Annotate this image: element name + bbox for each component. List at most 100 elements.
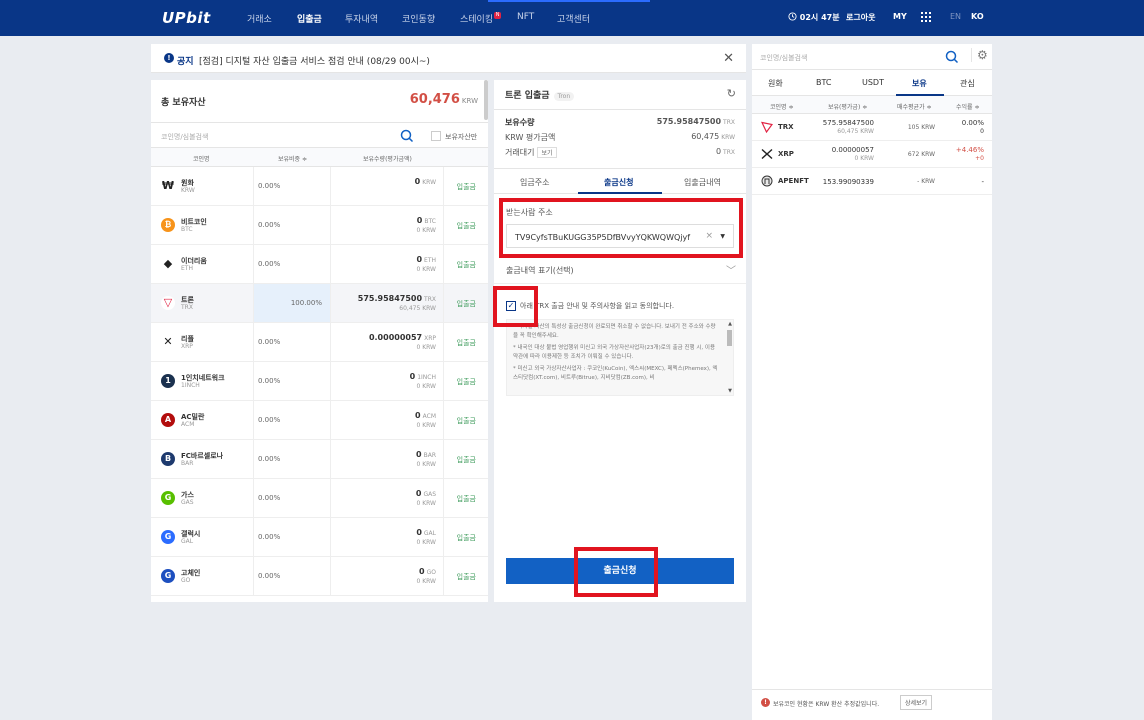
coin-symbol: TRX bbox=[181, 304, 193, 311]
col-coin[interactable]: 코인명 ≑ bbox=[770, 102, 794, 111]
clock-icon bbox=[788, 12, 797, 21]
notice-bar: ! 공지 [점검] 디지털 자산 입출금 서비스 점검 안내 (08/29 00… bbox=[151, 44, 746, 73]
holding-amount-value: 0 bbox=[419, 567, 425, 576]
grid-menu-icon[interactable] bbox=[921, 12, 931, 24]
divider bbox=[443, 401, 444, 439]
holding-amount-value: 0 bbox=[416, 450, 422, 459]
asset-row[interactable]: ₩ 원화 KRW 0.00% 0 KRW 입출금 bbox=[151, 167, 488, 206]
search-icon[interactable] bbox=[399, 128, 415, 144]
my-link[interactable]: MY bbox=[893, 12, 907, 21]
footer-note: 보유코인 현황은 KRW 환산 추정값입니다. bbox=[773, 701, 880, 708]
agree-label[interactable]: 아래 TRX 출금 안내 및 주의사항을 읽고 동의합니다. bbox=[520, 301, 674, 311]
asset-row[interactable]: ◆ 이더리움 ETH 0.00% 0 ETH 0 KRW 입출금 bbox=[151, 245, 488, 284]
lang-en[interactable]: EN bbox=[950, 12, 961, 21]
nav-deposit-withdraw[interactable]: 입출금 bbox=[297, 12, 322, 25]
market-search-input[interactable]: 코인명/심볼검색 bbox=[760, 53, 807, 63]
refresh-icon[interactable]: ↻ bbox=[727, 87, 736, 100]
divider bbox=[443, 245, 444, 283]
holding-row[interactable]: XRP 0.00000057 0 KRW 672 KRW +4.46% +0 bbox=[752, 141, 992, 168]
close-icon[interactable]: ✕ bbox=[723, 51, 734, 66]
col-coin[interactable]: 코인명 bbox=[193, 154, 210, 163]
avg-price: 672 KRW bbox=[907, 151, 935, 158]
deposit-withdraw-link[interactable]: 입출금 bbox=[457, 455, 476, 465]
coin-symbol: GO bbox=[181, 577, 191, 584]
detail-button[interactable]: 상세보기 bbox=[900, 695, 933, 710]
highlight-agree-checkbox bbox=[493, 286, 538, 327]
tab-holdings[interactable]: 보유 bbox=[912, 78, 927, 89]
deposit-withdraw-link[interactable]: 입출금 bbox=[457, 572, 476, 582]
pending-label: 거래대기 bbox=[505, 148, 535, 157]
deposit-withdraw-link[interactable]: 입출금 bbox=[457, 416, 476, 426]
holding-krw: 0 KRW bbox=[416, 500, 436, 507]
coin-name: APENFT bbox=[778, 177, 809, 185]
divider bbox=[443, 206, 444, 244]
chevron-down-icon[interactable]: ﹀ bbox=[726, 262, 736, 277]
asset-row[interactable]: ✕ 리플 XRP 0.00% 0.00000057 XRP 0 KRW 입출금 bbox=[151, 323, 488, 362]
nav-investments[interactable]: 투자내역 bbox=[345, 12, 378, 25]
asset-row[interactable]: ▽ 트론 TRX 100.00% 575.95847500 TRX 60,475 KRW 입출… bbox=[151, 284, 488, 323]
deposit-withdraw-link[interactable]: 입출금 bbox=[457, 260, 476, 270]
asset-row[interactable]: A AC밀란 ACM 0.00% 0 ACM 0 KRW 입출금 bbox=[151, 401, 488, 440]
terms-scrollbar[interactable] bbox=[727, 330, 732, 346]
scroll-down-icon[interactable]: ▼ bbox=[728, 388, 732, 394]
col-avg-price[interactable]: 매수평균가 ≑ bbox=[897, 102, 932, 111]
asset-row[interactable]: B FC바르셀로나 BAR 0.00% 0 BAR 0 KRW 입출금 bbox=[151, 440, 488, 479]
asset-row[interactable]: ₿ 비트코인 BTC 0.00% 0 BTC 0 KRW 입출금 bbox=[151, 206, 488, 245]
pending-view-button[interactable]: 보기 bbox=[537, 147, 557, 158]
notice-text[interactable]: [점검] 디지털 자산 입출금 서비스 점검 안내 (08/29 00시~) bbox=[199, 54, 430, 67]
tab-favorites[interactable]: 관심 bbox=[960, 78, 975, 89]
holding-amount-unit: ETH bbox=[424, 257, 436, 264]
withdraw-panel: 트론 입출금 Tron ↻ 보유수량 575.95847500 TRX KRW 평가… bbox=[494, 80, 746, 602]
logout-link[interactable]: 로그아웃 bbox=[846, 12, 875, 23]
asset-row[interactable]: G 가스 GAS 0.00% 0 GAS 0 KRW 입출금 bbox=[151, 479, 488, 518]
deposit-withdraw-link[interactable]: 입출금 bbox=[457, 338, 476, 348]
nav-nft[interactable]: NFT bbox=[517, 12, 534, 22]
divider bbox=[443, 323, 444, 361]
col-weight[interactable]: 보유비중 ≑ bbox=[278, 154, 307, 163]
asset-row[interactable]: G 갤럭시 GAL 0.00% 0 GAL 0 KRW 입출금 bbox=[151, 518, 488, 557]
gear-icon[interactable]: ⚙ bbox=[971, 48, 988, 62]
divider bbox=[443, 518, 444, 556]
holding-krw: 0 KRW bbox=[416, 383, 436, 390]
memo-toggle[interactable]: 출금내역 표기(선택) bbox=[506, 265, 574, 276]
nav-staking[interactable]: 스테이킹 N bbox=[460, 12, 502, 25]
withdraw-terms[interactable]: * 디지털 자산의 특성상 출금신청이 완료되면 취소할 수 없습니다. 보내기… bbox=[506, 319, 734, 396]
tab-deposit-address[interactable]: 입금주소 bbox=[520, 177, 549, 188]
tab-krw[interactable]: 원화 bbox=[768, 78, 783, 89]
scroll-up-icon[interactable]: ▲ bbox=[728, 321, 732, 327]
coin-icon: G bbox=[161, 569, 175, 583]
held-only-checkbox[interactable] bbox=[431, 131, 441, 141]
holding-amount: 0 GAL bbox=[416, 528, 436, 537]
tab-usdt[interactable]: USDT bbox=[862, 78, 884, 87]
tab-withdraw-request[interactable]: 출금신청 bbox=[604, 177, 633, 188]
deposit-withdraw-link[interactable]: 입출금 bbox=[457, 182, 476, 192]
deposit-withdraw-link[interactable]: 입출금 bbox=[457, 377, 476, 387]
col-holdings[interactable]: 보유수량(평가금액) bbox=[363, 154, 412, 163]
deposit-withdraw-link[interactable]: 입출금 bbox=[457, 299, 476, 309]
asset-row[interactable]: G 고체인 GO 0.00% 0 GO 0 KRW 입출금 bbox=[151, 557, 488, 596]
holding-krw: 0 KRW bbox=[416, 227, 436, 234]
asset-search-input[interactable]: 코인명/심볼검색 bbox=[161, 132, 208, 142]
nav-exchange[interactable]: 거래소 bbox=[247, 12, 272, 25]
tab-btc[interactable]: BTC bbox=[816, 78, 832, 87]
tab-history[interactable]: 입출금내역 bbox=[684, 177, 721, 188]
avg-price: - KRW bbox=[917, 178, 935, 185]
lang-ko[interactable]: KO bbox=[971, 12, 984, 21]
nav-support[interactable]: 고객센터 bbox=[557, 12, 590, 25]
col-return[interactable]: 수익률 ≑ bbox=[956, 102, 980, 111]
search-icon[interactable] bbox=[944, 49, 960, 65]
nav-coin-trends[interactable]: 코인동향 bbox=[402, 12, 435, 25]
asset-list-scrollbar[interactable] bbox=[484, 80, 488, 120]
col-holding[interactable]: 보유(평가금) ≑ bbox=[828, 102, 867, 111]
holding-weight: 0.00% bbox=[253, 167, 331, 205]
holding-row[interactable]: TRX 575.95847500 60,475 KRW 105 KRW 0.00% 0 bbox=[752, 114, 992, 141]
deposit-withdraw-link[interactable]: 입출금 bbox=[457, 494, 476, 504]
divider bbox=[443, 479, 444, 517]
upbit-logo[interactable]: UPbit bbox=[162, 9, 211, 27]
asset-row[interactable]: 1 1인치네트워크 1INCH 0.00% 0 1INCH 0 KRW 입출금 bbox=[151, 362, 488, 401]
holding-row[interactable]: APENFT 153.99090339 - KRW - bbox=[752, 168, 992, 195]
deposit-withdraw-link[interactable]: 입출금 bbox=[457, 221, 476, 231]
holding-weight: 0.00% bbox=[253, 206, 331, 244]
deposit-withdraw-link[interactable]: 입출금 bbox=[457, 533, 476, 543]
return-rate: - bbox=[981, 178, 984, 186]
